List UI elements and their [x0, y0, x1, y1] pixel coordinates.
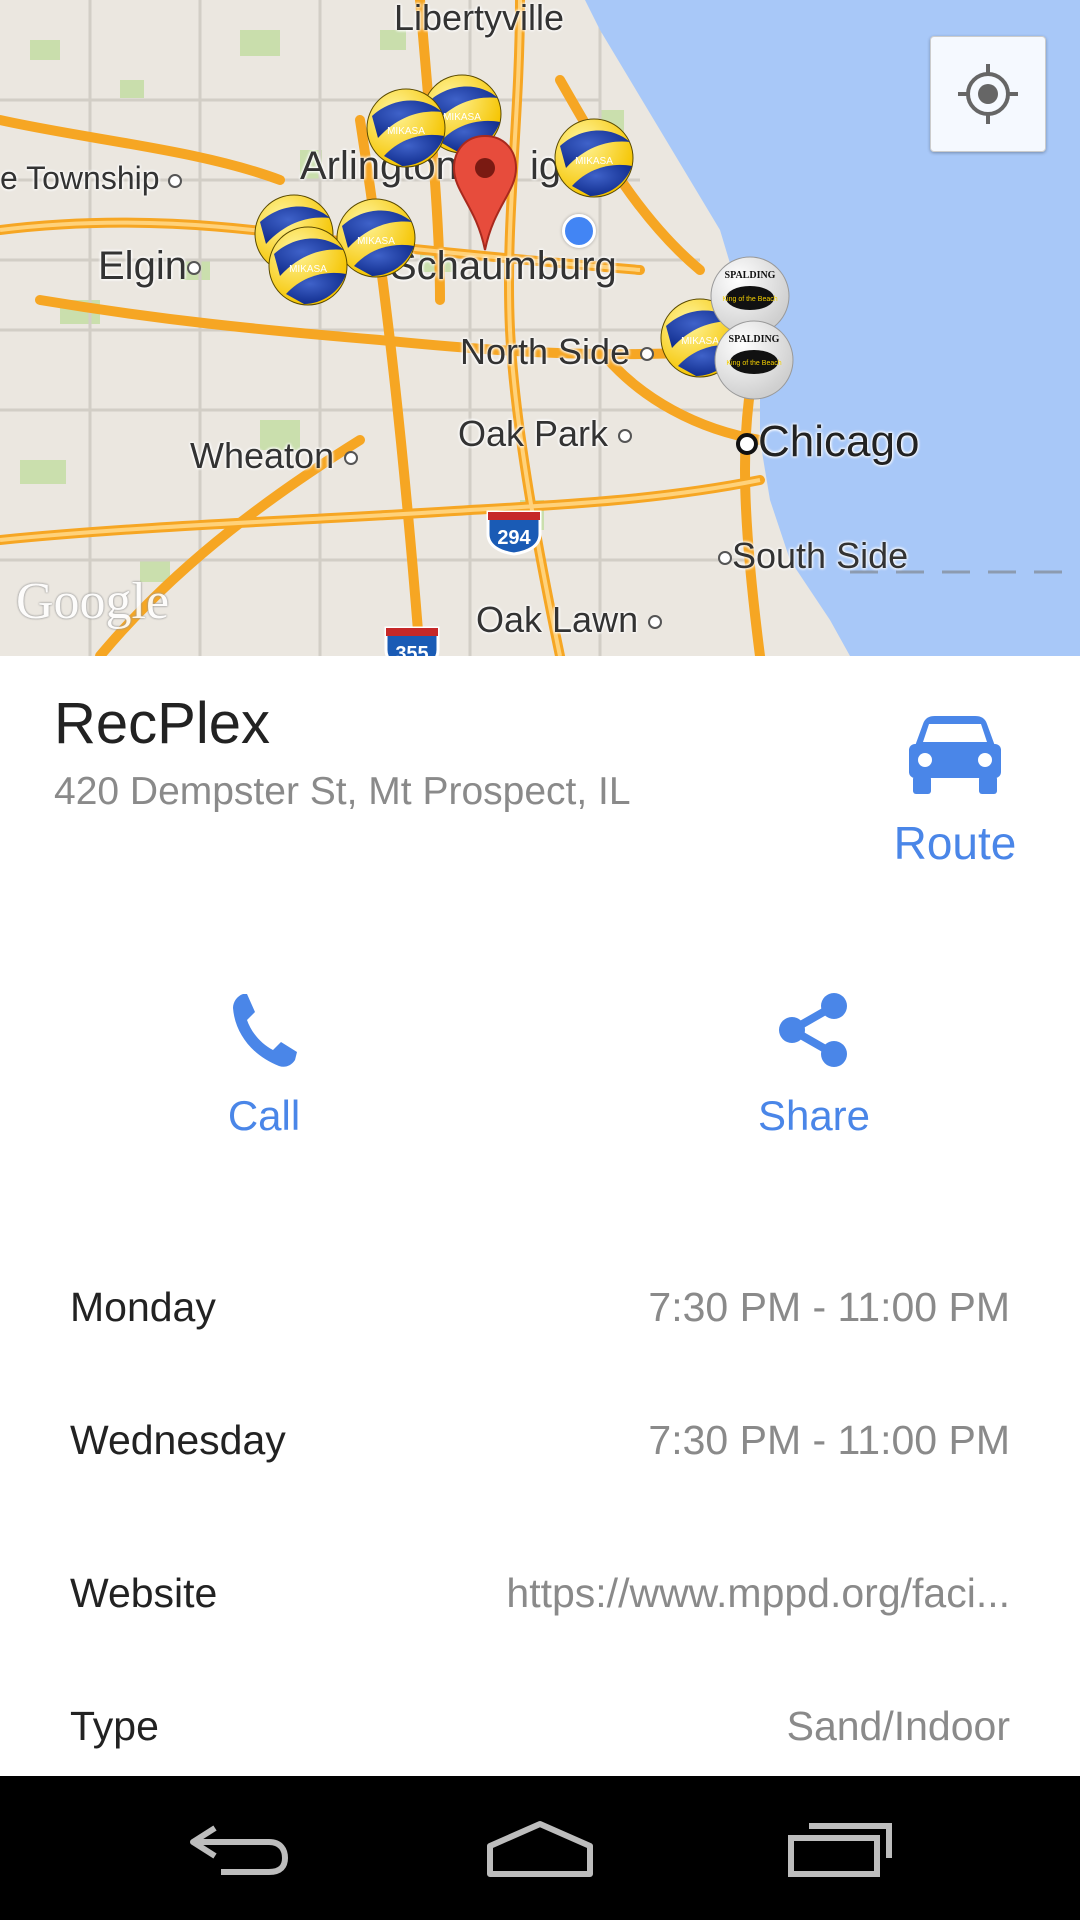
route-button[interactable]: Route [880, 712, 1030, 872]
my-location-button[interactable] [930, 36, 1046, 152]
city-label-wheaton-text: Wheaton [190, 435, 335, 476]
share-button[interactable]: Share [684, 990, 944, 1160]
my-location-dot-icon [562, 214, 596, 248]
ball-model-label: King of the Beach [726, 360, 781, 367]
city-dot-icon [186, 261, 201, 276]
share-icon [779, 993, 847, 1067]
route-label: Route [893, 817, 1017, 869]
ball-brand-label: MIKASA [443, 112, 481, 123]
ball-model-label: King of the Beach [722, 296, 777, 303]
city-label-north-side-text: North Side [460, 331, 631, 372]
city-label-chicago: Chicago [736, 420, 919, 464]
city-dot-icon [640, 347, 655, 362]
recent-apps-icon [788, 1823, 892, 1877]
website-link[interactable]: https://www.mppd.org/faci... [506, 1570, 1010, 1617]
info-row-website[interactable]: Website https://www.mppd.org/faci... [70, 1553, 1010, 1633]
interstate-355-label: 355 [395, 643, 428, 656]
place-address: 420 Dempster St, Mt Prospect, IL [54, 770, 631, 813]
info-key: Type [70, 1702, 159, 1749]
place-title: RecPlex [54, 691, 270, 756]
city-label-south-side-text: South Side [732, 535, 909, 576]
city-label-oak-park-text: Oak Park [458, 413, 609, 454]
call-label: Call [227, 1092, 301, 1139]
city-dot-icon [618, 429, 633, 444]
info-value: 7:30 PM - 11:00 PM [648, 1283, 1010, 1330]
system-navigation-bar [0, 1776, 1080, 1920]
volleyball-marker-mikasa-icon[interactable]: MIKASA [266, 224, 350, 308]
info-key: Wednesday [70, 1416, 286, 1463]
city-label-oak-lawn-text: Oak Lawn [476, 599, 639, 640]
city-dot-icon [168, 173, 183, 188]
info-row-type: Type Sand/Indoor [70, 1686, 1010, 1766]
info-row-monday: Monday 7:30 PM - 11:00 PM [70, 1267, 1010, 1347]
city-label-oak-park: Oak Park [458, 413, 633, 454]
share-label: Share [757, 1092, 871, 1139]
city-dot-icon [736, 433, 758, 456]
city-dot-icon [648, 615, 663, 630]
city-label-elgin: Elgin [98, 246, 201, 286]
interstate-355-shield-icon: 355 [384, 626, 440, 656]
city-label-township: e Township [0, 160, 183, 196]
city-label-south-side: South Side [718, 538, 908, 574]
city-label-township-text: e Township [0, 160, 160, 196]
volleyball-marker-mikasa-icon[interactable]: MIKASA [364, 86, 448, 170]
home-icon [487, 1821, 593, 1877]
ball-brand-label: MIKASA [357, 236, 395, 247]
city-label-wheaton: Wheaton [190, 435, 359, 476]
volleyball-marker-spalding-icon[interactable]: SPALDING King of the Beach [712, 318, 796, 402]
city-dot-icon [718, 551, 732, 566]
selected-location-pin-icon[interactable] [450, 132, 520, 252]
recent-apps-button[interactable] [740, 1776, 940, 1920]
google-attribution-logo: Google [16, 573, 170, 630]
city-label-north-side: North Side [460, 331, 655, 372]
info-row-wednesday: Wednesday 7:30 PM - 11:00 PM [70, 1400, 1010, 1480]
phone-icon [233, 994, 297, 1067]
ball-brand-label: SPALDING [725, 270, 776, 281]
info-key: Monday [70, 1283, 216, 1330]
map-view[interactable]: Libertyville e Township Arlington ig Elg… [0, 0, 1080, 656]
ball-brand-label: MIKASA [575, 156, 613, 167]
call-button[interactable]: Call [134, 990, 394, 1160]
ball-brand-label: SPALDING [729, 334, 780, 345]
back-arrow-icon [190, 1825, 289, 1875]
city-label-chicago-text: Chicago [758, 417, 920, 466]
back-button[interactable] [140, 1776, 340, 1920]
city-label-libertyville: Libertyville [394, 0, 565, 38]
info-key: Website [70, 1569, 218, 1616]
city-dot-icon [344, 451, 359, 466]
city-label-elgin-text: Elgin [98, 244, 187, 288]
home-button[interactable] [440, 1776, 640, 1920]
info-value: 7:30 PM - 11:00 PM [648, 1416, 1010, 1463]
city-label-oak-lawn: Oak Lawn [476, 599, 663, 640]
car-icon [909, 716, 1001, 794]
info-value: Sand/Indoor [786, 1702, 1010, 1749]
ball-brand-label: MIKASA [289, 264, 327, 275]
interstate-294-label: 294 [497, 527, 531, 549]
interstate-294-shield-icon: 294 [486, 510, 542, 556]
volleyball-marker-mikasa-icon[interactable]: MIKASA [552, 116, 636, 200]
ball-brand-label: MIKASA [387, 126, 425, 137]
map-tiles [0, 0, 1080, 656]
crosshair-target-icon [958, 64, 1018, 124]
city-label-schaumburg: Schaumburg [390, 244, 617, 288]
